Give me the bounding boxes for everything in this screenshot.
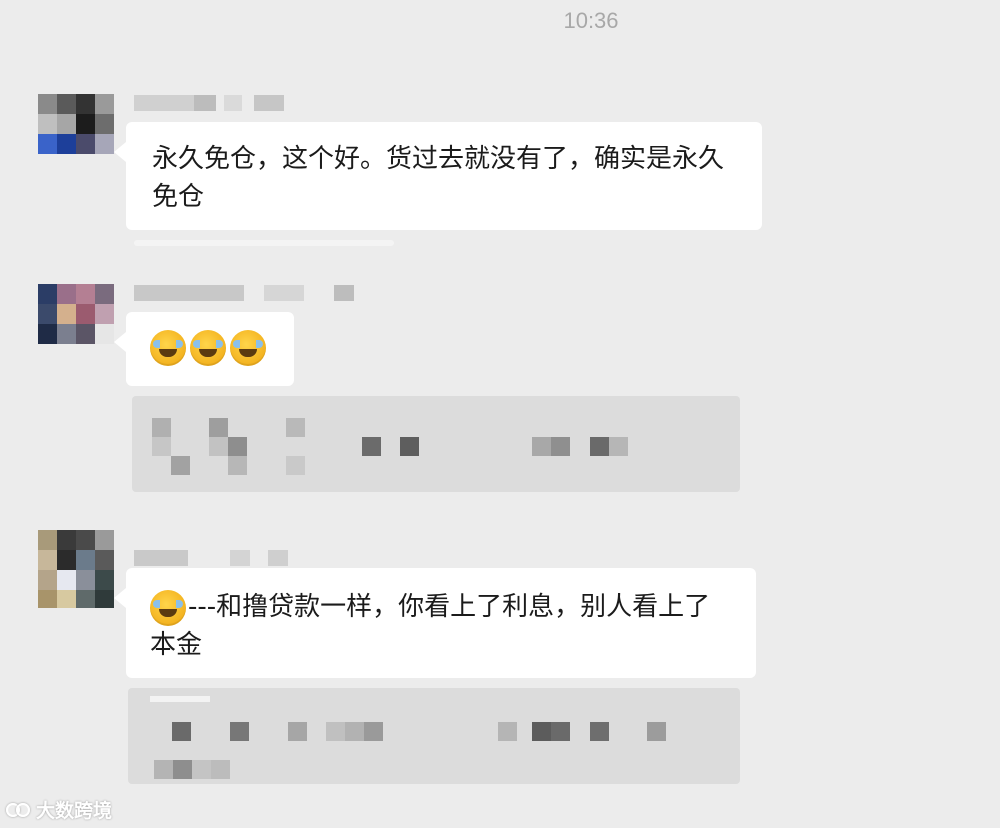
sender-name-redacted: [134, 285, 374, 303]
sender-name-redacted: [134, 550, 294, 568]
redacted-reply-card[interactable]: [128, 688, 740, 784]
message-content: ---和撸贷款一样，你看上了利息，别人看上了本金: [150, 588, 736, 664]
sender-avatar[interactable]: [38, 284, 114, 344]
message-bubble[interactable]: 永久免仓，这个好。货过去就没有了，确实是永久免仓: [114, 122, 762, 230]
face-with-tears-of-joy-icon: [150, 589, 186, 626]
face-with-tears-of-joy-icon: [150, 329, 186, 366]
message-text: ---和撸贷款一样，你看上了利息，别人看上了本金: [150, 592, 711, 660]
redacted-reply-card[interactable]: [132, 396, 740, 492]
face-with-tears-of-joy-icon: [190, 329, 226, 366]
logo-icon: [6, 799, 32, 821]
sender-avatar[interactable]: [38, 94, 114, 154]
message-bubble[interactable]: ---和撸贷款一样，你看上了利息，别人看上了本金: [114, 568, 756, 678]
face-with-tears-of-joy-icon: [230, 329, 266, 366]
message-text: 永久免仓，这个好。货过去就没有了，确实是永久免仓: [152, 144, 725, 212]
divider: [134, 240, 394, 246]
sender-name-redacted: [134, 95, 294, 113]
sender-avatar[interactable]: [38, 530, 114, 608]
watermark: 大数跨境: [6, 796, 112, 823]
watermark-text: 大数跨境: [36, 800, 113, 822]
message-bubble[interactable]: [114, 312, 294, 386]
message-timestamp: 10:36: [563, 8, 619, 33]
